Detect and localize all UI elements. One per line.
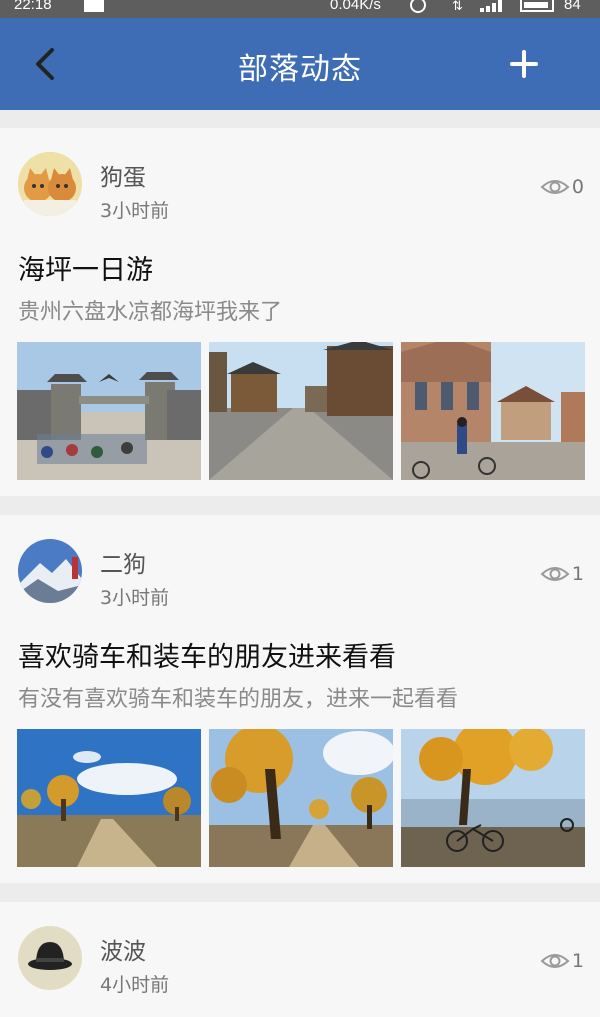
view-count: 1 — [540, 950, 584, 972]
post-photo[interactable] — [401, 342, 585, 480]
user-avatar[interactable] — [18, 152, 82, 216]
post-time: 3小时前 — [100, 200, 170, 222]
user-avatar[interactable] — [18, 539, 82, 603]
view-count-value: 1 — [571, 563, 584, 585]
post-photo[interactable] — [209, 729, 393, 867]
post-description: 有没有喜欢骑车和装车的朋友，进来一起看看 — [18, 687, 459, 712]
eye-icon — [540, 180, 570, 194]
status-time: 22:18 — [14, 0, 52, 13]
post-time: 3小时前 — [100, 587, 170, 609]
post-photo[interactable] — [401, 729, 585, 867]
view-count-value: 1 — [571, 950, 584, 972]
app-bar: 部落动态 — [0, 18, 600, 110]
signal-icon — [480, 0, 506, 12]
status-bar: 22:18 0.04K/s ⇅ 84 — [0, 0, 600, 18]
post-title[interactable]: 海坪一日游 — [18, 248, 153, 287]
post-description: 贵州六盘水凉都海坪我来了 — [18, 300, 283, 325]
post-title[interactable]: 喜欢骑车和装车的朋友进来看看 — [18, 635, 396, 674]
eye-icon — [540, 954, 570, 968]
post-photo[interactable] — [17, 342, 201, 480]
wifi-icon: ⇅ — [452, 0, 463, 13]
post-card[interactable]: 狗蛋 3小时前 0 海坪一日游 贵州六盘水凉都海坪我来了 — [0, 128, 600, 496]
eye-icon — [540, 567, 570, 581]
message-icon — [84, 0, 104, 12]
network-speed: 0.04K/s — [330, 0, 381, 13]
username[interactable]: 二狗 — [100, 545, 146, 579]
user-avatar[interactable] — [18, 926, 82, 990]
post-card[interactable]: 二狗 3小时前 1 喜欢骑车和装车的朋友进来看看 有没有喜欢骑车和装车的朋友，进… — [0, 515, 600, 883]
alarm-icon — [410, 0, 426, 13]
view-count: 0 — [540, 176, 584, 198]
photo-grid — [17, 342, 585, 480]
plus-icon — [510, 50, 538, 78]
battery-level: 84 — [564, 0, 581, 13]
view-count-value: 0 — [571, 176, 584, 198]
photo-grid — [17, 729, 585, 867]
post-photo[interactable] — [209, 342, 393, 480]
username[interactable]: 狗蛋 — [100, 158, 146, 192]
view-count: 1 — [540, 563, 584, 585]
post-photo[interactable] — [17, 729, 201, 867]
add-post-button[interactable] — [500, 40, 548, 88]
post-time: 4小时前 — [100, 974, 170, 996]
battery-icon — [520, 0, 554, 12]
post-card[interactable]: 波波 4小时前 1 — [0, 902, 600, 1017]
username[interactable]: 波波 — [100, 932, 146, 966]
